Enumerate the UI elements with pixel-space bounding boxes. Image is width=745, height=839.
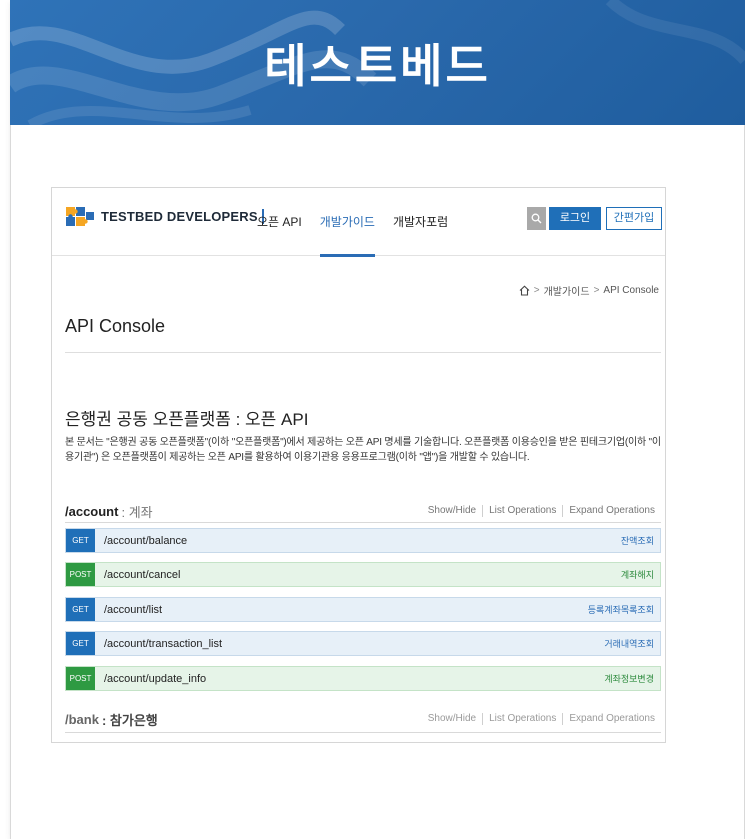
- operation-row[interactable]: POST /account/update_info 계좌정보변경: [65, 666, 661, 691]
- developer-portal-screenshot: TESTBED DEVELOPERS 오픈 API 개발가이드 개발자포럼 로그…: [51, 187, 666, 743]
- group-links: Show/Hide List Operations Expand Operati…: [422, 713, 661, 725]
- group-name[interactable]: /bank: [65, 712, 99, 727]
- operation-path[interactable]: /account/balance: [104, 535, 187, 547]
- breadcrumb: > 개발가이드 > API Console: [519, 283, 659, 298]
- nav-item-dev-guide[interactable]: 개발가이드: [319, 188, 376, 257]
- banner-title: 테스트베드: [264, 39, 491, 93]
- operation-path[interactable]: /account/list: [104, 604, 162, 616]
- home-icon[interactable]: [519, 285, 530, 296]
- logo-text: TESTBED DEVELOPERS: [101, 208, 258, 224]
- list-operations-link[interactable]: List Operations: [483, 713, 562, 725]
- chevron-right-icon: >: [533, 285, 540, 296]
- group-name[interactable]: /account: [65, 504, 118, 519]
- list-operations-link[interactable]: List Operations: [483, 505, 562, 517]
- operation-row[interactable]: GET /account/list 등록계좌목록조회: [65, 597, 661, 622]
- main-menu: 오픈 API 개발가이드 개발자포럼: [257, 188, 466, 257]
- hero-banner: 테스트베드: [10, 0, 745, 125]
- operation-row[interactable]: POST /account/cancel 계좌해지: [65, 562, 661, 587]
- nav-item-dev-forum[interactable]: 개발자포럼: [393, 188, 448, 256]
- signup-button[interactable]: 간편가입: [606, 207, 662, 230]
- operation-row[interactable]: GET /account/balance 잔액조회: [65, 528, 661, 553]
- group-divider: [65, 522, 661, 523]
- group-header-account: /account : 계좌 Show/Hide List Operations …: [65, 500, 661, 522]
- login-button[interactable]: 로그인: [549, 207, 601, 230]
- method-badge: GET: [66, 632, 95, 655]
- top-navigation: TESTBED DEVELOPERS 오픈 API 개발가이드 개발자포럼 로그…: [52, 188, 665, 257]
- show-hide-link[interactable]: Show/Hide: [422, 713, 482, 725]
- title-divider: [65, 352, 661, 353]
- group-subtitle: : 참가은행: [101, 712, 158, 728]
- expand-operations-link[interactable]: Expand Operations: [563, 713, 661, 725]
- show-hide-link[interactable]: Show/Hide: [422, 505, 482, 517]
- operation-description: 잔액조회: [620, 536, 654, 546]
- breadcrumb-item-current: API Console: [603, 285, 659, 296]
- section-description: 본 문서는 "은행권 공동 오픈플랫폼"(이하 "오픈플랫폼")에서 제공하는 …: [65, 437, 661, 463]
- method-badge: GET: [66, 529, 95, 552]
- operation-description: 계좌해지: [620, 570, 654, 580]
- operation-description: 계좌정보변경: [604, 674, 654, 684]
- operation-path[interactable]: /account/update_info: [104, 673, 206, 685]
- nav-item-open-api[interactable]: 오픈 API: [257, 188, 302, 256]
- operation-description: 등록계좌목록조회: [587, 605, 654, 615]
- chevron-right-icon: >: [593, 285, 600, 296]
- method-badge: GET: [66, 598, 95, 621]
- operation-description: 거래내역조회: [604, 639, 654, 649]
- operation-path[interactable]: /account/cancel: [104, 569, 180, 581]
- operation-row[interactable]: GET /account/transaction_list 거래내역조회: [65, 631, 661, 656]
- expand-operations-link[interactable]: Expand Operations: [563, 505, 661, 517]
- method-badge: POST: [66, 563, 95, 586]
- group-subtitle: : 계좌: [121, 504, 153, 520]
- search-button[interactable]: [527, 207, 546, 230]
- group-links: Show/Hide List Operations Expand Operati…: [422, 505, 661, 517]
- breadcrumb-item-dev-guide[interactable]: 개발가이드: [544, 283, 590, 298]
- puzzle-logo-icon: [66, 207, 94, 226]
- group-divider: [65, 732, 661, 733]
- search-icon: [531, 213, 542, 224]
- method-badge: POST: [66, 667, 95, 690]
- group-header-bank: /bank : 참가은행 Show/Hide List Operations E…: [65, 708, 661, 730]
- site-logo[interactable]: TESTBED DEVELOPERS: [65, 205, 264, 227]
- operation-path[interactable]: /account/transaction_list: [104, 638, 222, 650]
- section-title: 은행권 공동 오픈플랫폼 : 오픈 API: [65, 410, 309, 429]
- page-title: API Console: [65, 316, 166, 336]
